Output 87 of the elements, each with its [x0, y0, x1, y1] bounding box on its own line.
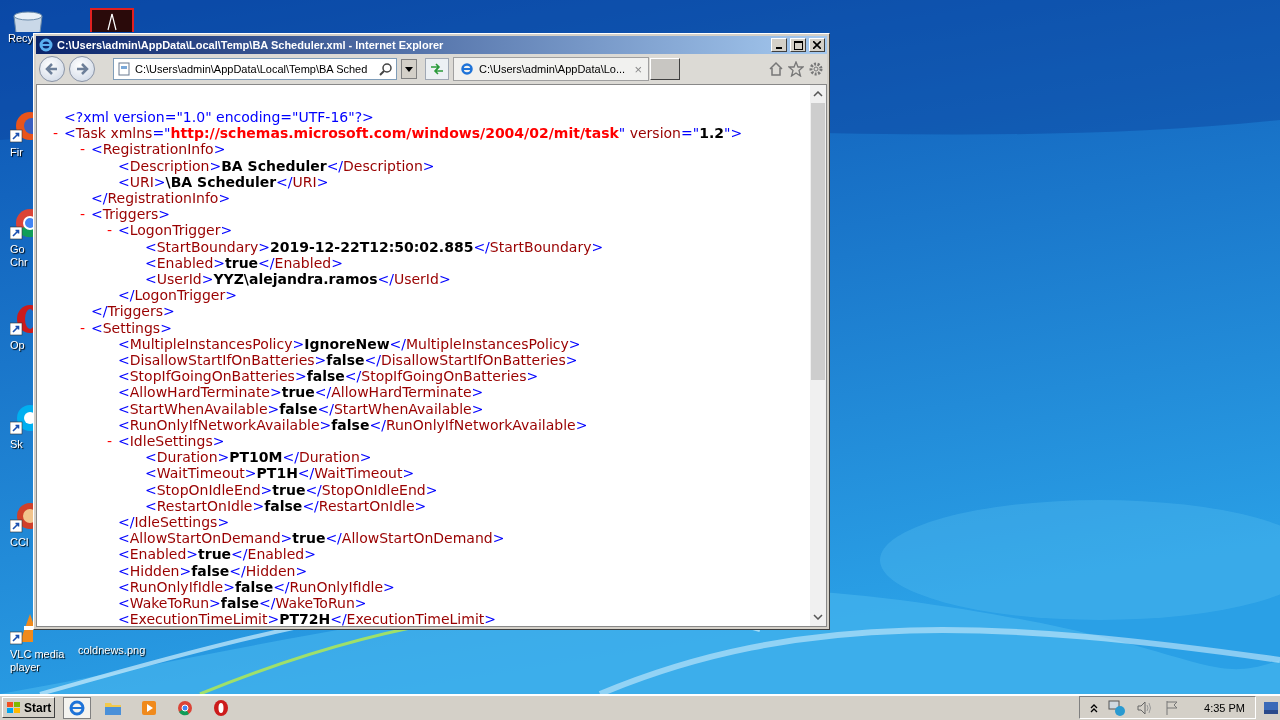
forward-arrow-icon — [75, 62, 89, 76]
xml-line: <RestartOnIdle>false</RestartOnIdle> — [145, 497, 427, 515]
icon-label: CCl — [10, 536, 29, 549]
caret-icon — [405, 66, 413, 72]
icon-label: player — [10, 661, 40, 674]
xml-line: </RegistrationInfo> — [91, 190, 231, 207]
windows-logo-icon — [6, 700, 22, 715]
icon-label: Op — [10, 339, 25, 352]
xml-line: <WaitTimeout>PT1H</WaitTimeout> — [145, 465, 415, 482]
internet-explorer-icon — [38, 37, 54, 53]
xml-line: <IdleSettings> — [118, 433, 225, 450]
xml-line: <Task xmlns="http://schemas.microsoft.com/windows/2004/02/mit/task" version="1.2"> — [64, 125, 743, 142]
home-icon[interactable] — [768, 61, 784, 77]
internet-explorer-icon — [68, 698, 87, 717]
dropdown-button[interactable] — [401, 59, 417, 79]
xml-line: </LogonTrigger> — [118, 287, 237, 304]
xml-line: <Settings> — [91, 319, 172, 336]
xml-line: <RunOnlyIfIdle>false</RunOnlyIfIdle> — [118, 578, 395, 596]
collapse-toggle[interactable]: - — [52, 125, 58, 142]
xml-line: <Enabled>true</Enabled> — [145, 254, 343, 272]
xml-line: <AllowStartOnDemand>true</AllowStartOnDemand> — [118, 530, 505, 547]
internet-explorer-icon — [460, 62, 474, 76]
maximize-button[interactable] — [790, 38, 806, 52]
xml-line: <StopOnIdleEnd>true</StopOnIdleEnd> — [145, 481, 438, 498]
clock[interactable]: 4:35 PM — [1204, 701, 1245, 714]
collapse-toggle[interactable]: - — [106, 433, 112, 450]
traffic-cone-icon[interactable] — [10, 612, 33, 648]
icon-label: VLC media — [10, 648, 65, 661]
window-title: C:\Users\admin\AppData\Local\Temp\BA Scheduler.xml - Internet Explorer — [57, 39, 445, 51]
xml-line: <Duration>PT10M</Duration> — [145, 449, 372, 466]
opera-icon — [212, 698, 231, 717]
xml-line: <StartWhenAvailable>false</StartWhenAvailable> — [118, 400, 484, 417]
icon-label: coldnews.png — [78, 644, 146, 657]
xml-line: </Triggers> — [91, 303, 175, 320]
close-icon — [813, 41, 821, 49]
xml-line: <AllowHardTerminate>true</AllowHardTerminate> — [118, 384, 484, 401]
chrome-icon — [176, 698, 195, 717]
scrollbar[interactable] — [810, 85, 826, 626]
forward-button[interactable] — [69, 56, 95, 82]
document-icon[interactable] — [90, 8, 134, 32]
address-field[interactable]: C:\Users\admin\AppData\Local\Temp\BA Sched — [113, 58, 397, 80]
star-icon[interactable] — [788, 61, 804, 77]
xml-line: <StopIfGoingOnBatteries>false</StopIfGoingOnBatteries> — [118, 368, 539, 385]
xml-line: <Description>BA Scheduler</Description> — [118, 157, 435, 174]
icon-label: Sk — [10, 438, 23, 451]
xml-line: <Enabled>true</Enabled> — [118, 546, 316, 563]
icon-label: Go — [10, 243, 25, 256]
start-button[interactable]: Start — [2, 697, 56, 718]
xml-line: <URI>\BA Scheduler</URI> — [118, 173, 329, 190]
xml-line: <DisallowStartIfOnBatteries>false</DisallowStartIfOnBatteries> — [118, 352, 578, 369]
new-tab-button[interactable] — [650, 58, 680, 80]
xml-line: <LogonTrigger> — [118, 222, 233, 239]
xml-line: <Triggers> — [91, 206, 171, 223]
taskbar-app-button[interactable] — [63, 696, 92, 719]
xml-line: <StartBoundary>2019-12-22T12:50:02.885</StartBoundary> — [145, 238, 604, 255]
close-button[interactable] — [809, 38, 825, 52]
refresh-icon — [430, 63, 444, 75]
xml-declaration: <?xml version="1.0" encoding="UTF-16"?> — [64, 109, 374, 126]
xml-line: <WakeToRun>false</WakeToRun> — [118, 595, 367, 612]
xml-line: <MultipleInstancesPolicy>IgnoreNew</MultipleInstancesPolicy> — [118, 335, 581, 353]
xml-line: <RunOnlyIfNetworkAvailable>false</RunOnlyIfNetworkAvailable> — [118, 416, 588, 434]
minimize-button[interactable] — [771, 38, 787, 52]
collapse-toggle[interactable]: - — [79, 319, 85, 336]
icon-label: Chr — [10, 256, 28, 269]
xml-line: <RegistrationInfo> — [91, 141, 226, 158]
tab-close-button[interactable]: × — [634, 61, 642, 77]
icon-label: Fir — [10, 146, 23, 159]
xml-line: <ExecutionTimeLimit>PT72H</ExecutionTimeLimit> — [118, 611, 496, 626]
xml-line: <UserId>YYZ\alejandra.ramos</UserId> — [145, 271, 451, 288]
settings-icon[interactable] — [808, 61, 824, 77]
xml-line: <Hidden>false</Hidden> — [118, 562, 308, 579]
collapse-toggle[interactable]: - — [79, 206, 85, 223]
refresh-button[interactable] — [425, 58, 449, 80]
show-desktop-icon[interactable] — [1264, 701, 1278, 714]
browser-tab[interactable]: C:\Users\admin\AppData\Lo... × — [453, 57, 649, 81]
back-arrow-icon — [45, 62, 59, 76]
scroll-thumb[interactable] — [811, 103, 825, 380]
back-button[interactable] — [39, 56, 65, 82]
icon-label: Recy — [8, 32, 34, 45]
media-player-icon — [140, 698, 159, 717]
page-icon — [117, 62, 131, 76]
search-icon[interactable] — [379, 62, 393, 76]
collapse-toggle[interactable]: - — [106, 222, 112, 239]
collapse-toggle[interactable]: - — [79, 141, 85, 158]
xml-line: </IdleSettings> — [118, 514, 230, 531]
chevron-icon[interactable] — [1090, 702, 1099, 713]
maximize-icon — [793, 40, 803, 50]
